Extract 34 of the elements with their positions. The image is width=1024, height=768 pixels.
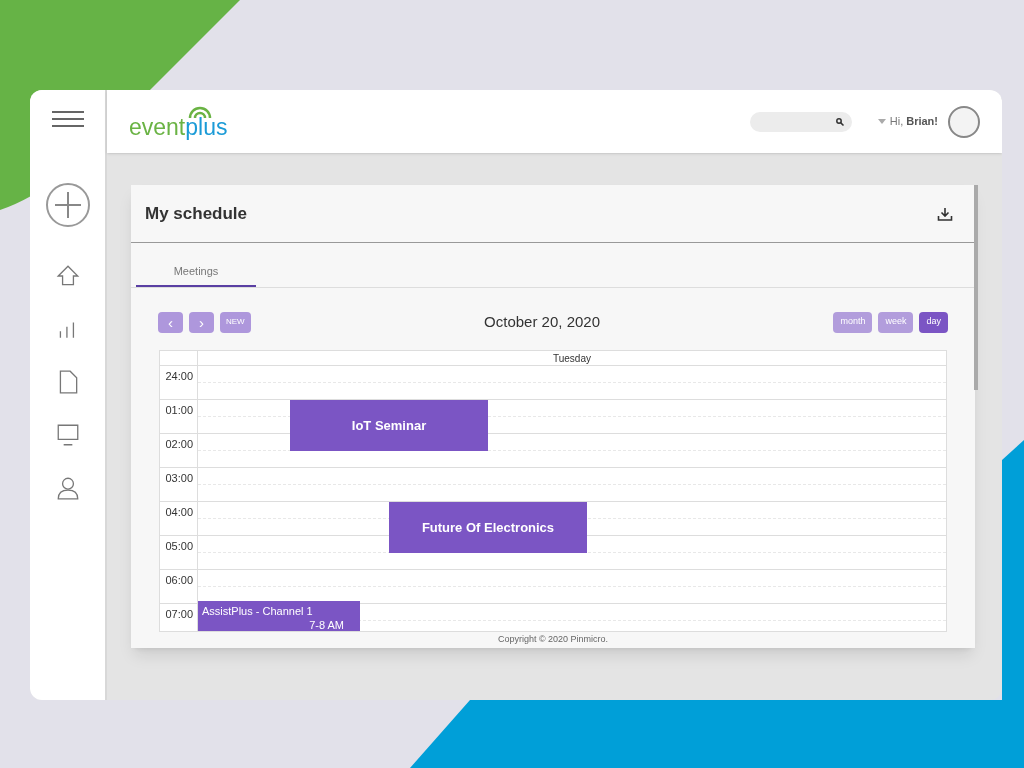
view-button[interactable]: week	[878, 311, 914, 333]
tab[interactable]: Meetings	[136, 257, 256, 287]
hour-label: 06:00	[165, 573, 193, 588]
event-block[interactable]: IoT Seminar	[290, 400, 488, 451]
hour-label: 24:00	[165, 369, 193, 384]
hour-label: 07:00	[165, 607, 193, 622]
hour-label: 04:00	[165, 505, 193, 520]
avatar[interactable]	[948, 105, 980, 138]
download-icon[interactable]	[937, 206, 953, 221]
logo: eventplus	[129, 104, 228, 139]
day-header: Tuesday	[553, 352, 591, 365]
card-title: My schedule	[145, 202, 248, 225]
dropdown-icon[interactable]	[877, 119, 886, 124]
plus-icon	[52, 190, 83, 220]
next-button[interactable]: ›	[189, 311, 214, 333]
new-button[interactable]: NEW	[220, 311, 251, 333]
copyright-text: Copyright © 2020 Pinmicro.	[497, 633, 609, 646]
search-field[interactable]	[749, 111, 852, 132]
menu-icon[interactable]	[51, 111, 84, 127]
hour-label: 01:00	[165, 403, 193, 418]
hour-label: 02:00	[165, 437, 193, 452]
search-icon	[835, 117, 844, 126]
previous-button[interactable]: ‹	[158, 311, 183, 333]
scrollbar[interactable]	[974, 185, 978, 390]
date-title: October 20, 2020	[484, 311, 600, 332]
view-button[interactable]: day	[919, 311, 948, 333]
view-button[interactable]: month	[833, 311, 873, 333]
greeting: Hi,	[889, 114, 904, 130]
hour-label: 05:00	[165, 539, 193, 554]
event-block[interactable]: AssistPlus - Channel 1 7-8 AM	[198, 601, 360, 631]
event-block[interactable]: Future Of Electronics	[389, 502, 587, 553]
user-name[interactable]: Brian!	[906, 113, 938, 130]
add-button[interactable]	[45, 183, 90, 227]
hour-label: 03:00	[165, 471, 193, 486]
